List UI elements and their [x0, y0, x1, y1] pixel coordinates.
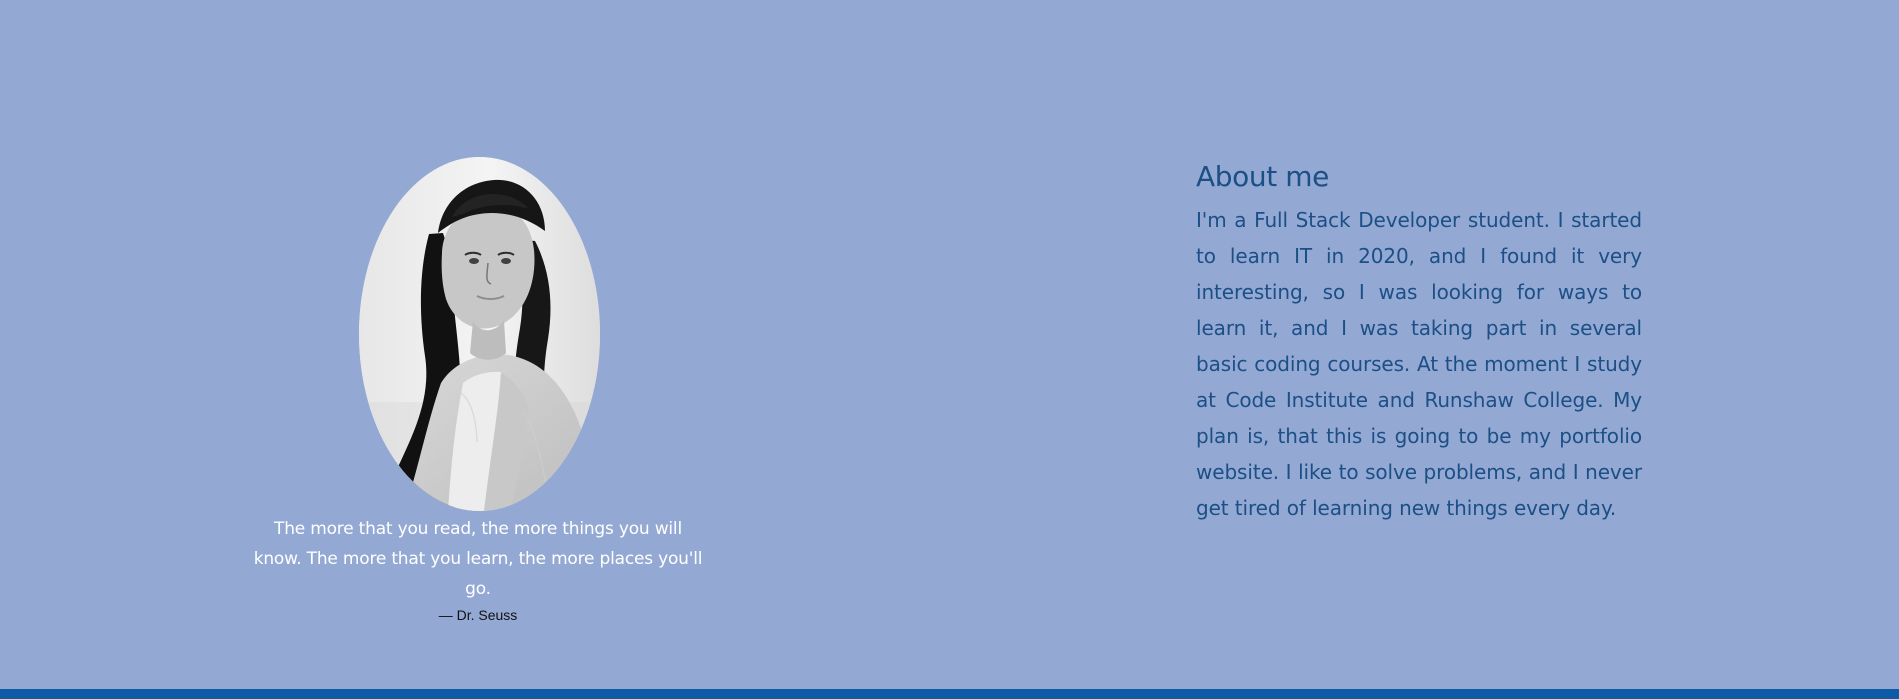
about-section: About me I'm a Full Stack Developer stud… [1196, 160, 1642, 526]
footer-bar [0, 689, 1899, 699]
quote-text: The more that you read, the more things … [253, 519, 703, 599]
about-text: I'm a Full Stack Developer student. I st… [1196, 208, 1642, 520]
quote-author: — Dr. Seuss [438, 607, 518, 623]
about-title: About me [1196, 160, 1329, 193]
quote-block: The more that you read, the more things … [250, 514, 706, 624]
profile-photo [359, 157, 600, 511]
